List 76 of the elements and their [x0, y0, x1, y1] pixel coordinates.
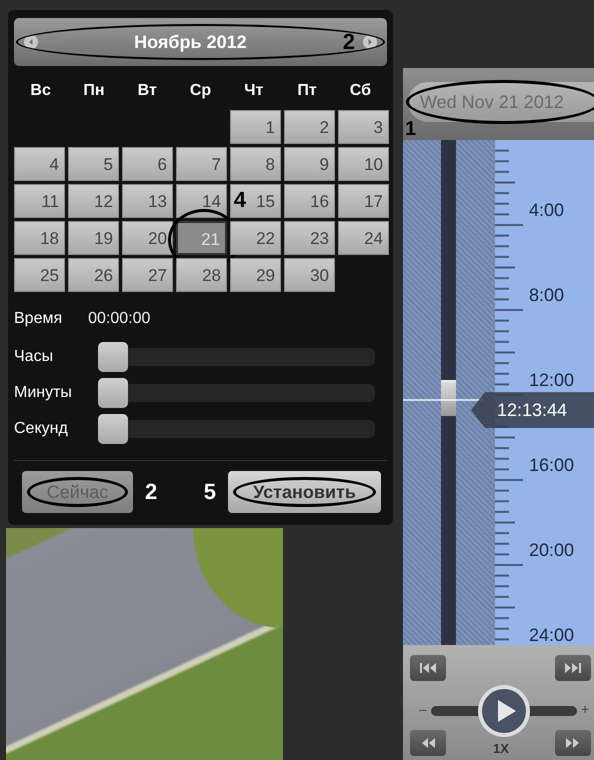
- time-value: 00:00:00: [88, 310, 150, 328]
- slider-thumb[interactable]: [98, 342, 128, 372]
- rewind-button[interactable]: [410, 730, 446, 756]
- slider-thumb[interactable]: [98, 378, 128, 408]
- day-cell[interactable]: 30: [284, 258, 335, 292]
- slider[interactable]: [98, 342, 375, 372]
- weekday-label: Чт: [243, 82, 264, 100]
- slider-thumb[interactable]: [98, 414, 128, 444]
- day-cell[interactable]: 3: [338, 110, 389, 144]
- day-cell[interactable]: 17: [338, 184, 389, 218]
- weekday-label: Вс: [29, 82, 52, 100]
- day-cell[interactable]: 26: [68, 258, 119, 292]
- set-button[interactable]: Установить: [228, 471, 381, 513]
- rewind-icon: [420, 737, 436, 749]
- weekday-label: Пн: [82, 82, 106, 100]
- day-cell[interactable]: 19: [68, 221, 119, 255]
- hour-label: 20:00: [529, 540, 574, 561]
- day-cell[interactable]: 7: [176, 147, 227, 181]
- day-cell[interactable]: 2: [284, 110, 335, 144]
- position-handle[interactable]: [441, 380, 456, 416]
- next-month-icon[interactable]: [363, 35, 377, 49]
- weekday-label: Сб: [348, 82, 372, 100]
- day-cell[interactable]: 27: [122, 258, 173, 292]
- skip-back-icon: [419, 662, 437, 674]
- time-label: Время: [14, 310, 62, 328]
- day-cell[interactable]: 1: [230, 110, 281, 144]
- day-cell[interactable]: 20: [122, 221, 173, 255]
- speed-plus: +: [581, 701, 590, 717]
- slider[interactable]: [98, 378, 375, 408]
- day-cell[interactable]: 25: [14, 258, 65, 292]
- day-cell[interactable]: 11: [14, 184, 65, 218]
- skip-end-button[interactable]: [555, 655, 591, 681]
- hour-label: 24:00: [529, 625, 574, 645]
- skip-start-button[interactable]: [410, 655, 446, 681]
- slider-label: Секунд: [14, 420, 69, 438]
- prev-month-icon[interactable]: [24, 35, 38, 49]
- speed-label: 1X: [493, 741, 509, 756]
- day-cell[interactable]: 13: [122, 184, 173, 218]
- month-title: Ноябрь 2012: [133, 32, 248, 52]
- weekday-label: Пт: [296, 82, 318, 100]
- day-cell[interactable]: 18: [14, 221, 65, 255]
- hour-label: 12:00: [529, 370, 574, 391]
- annotation-number: 4: [234, 187, 246, 213]
- hour-label: 4:00: [529, 200, 564, 221]
- day-cell[interactable]: 8: [230, 147, 281, 181]
- day-cell[interactable]: 6: [122, 147, 173, 181]
- fast-forward-button[interactable]: [555, 730, 591, 756]
- day-cell[interactable]: 29: [230, 258, 281, 292]
- day-cell[interactable]: 4: [14, 147, 65, 181]
- current-time-label: 12:13:44: [471, 392, 594, 428]
- day-cell[interactable]: 14: [176, 184, 227, 218]
- day-cell[interactable]: 16: [284, 184, 335, 218]
- hour-label: 8:00: [529, 285, 564, 306]
- play-button[interactable]: [477, 684, 531, 738]
- weekday-label: Ср: [188, 82, 212, 100]
- speed-slider[interactable]: [431, 684, 577, 738]
- slider-label: Минуты: [14, 384, 73, 402]
- hour-label: 16:00: [529, 455, 574, 476]
- annotation-number: 2: [145, 479, 158, 505]
- day-cell[interactable]: 21: [176, 221, 227, 255]
- weekday-label: Вт: [136, 82, 158, 100]
- slider-label: Часы: [14, 348, 54, 366]
- speed-minus: –: [419, 701, 427, 717]
- day-cell[interactable]: 9: [284, 147, 335, 181]
- skip-forward-icon: [564, 662, 582, 674]
- day-cell[interactable]: 28: [176, 258, 227, 292]
- slider[interactable]: [98, 414, 375, 444]
- annotation-number: 2: [342, 29, 355, 55]
- day-cell[interactable]: 5: [68, 147, 119, 181]
- day-cell[interactable]: 12: [68, 184, 119, 218]
- day-cell[interactable]: 24: [338, 221, 389, 255]
- annotation-number: 5: [204, 479, 216, 505]
- fast-forward-icon: [565, 737, 581, 749]
- day-cell[interactable]: 22: [230, 221, 281, 255]
- day-cell[interactable]: 23: [284, 221, 335, 255]
- day-cell[interactable]: 10: [338, 147, 389, 181]
